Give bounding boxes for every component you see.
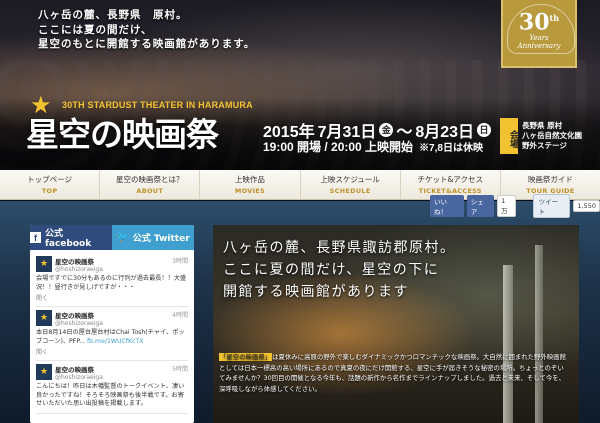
tab-facebook[interactable]: f 公式 facebook xyxy=(30,225,112,250)
tweet-open-link[interactable]: 開く xyxy=(36,347,188,356)
nav-item-schedule[interactable]: 上映スケジュール SCHEDULE xyxy=(301,170,401,199)
tweet-feed[interactable]: ★ 星空の映画祭 @hoshizoraeiga 3時間 会場ですでに30分もある… xyxy=(30,250,194,423)
social-tabs: f 公式 facebook 🐦 公式 Twitter xyxy=(30,225,194,250)
time-open: 19:00 開場 / 20:00 上映開始 xyxy=(263,140,414,154)
tagline-line: ここには夏の間だけ、 xyxy=(38,23,153,36)
nav-label-jp: チケット&アクセス xyxy=(417,175,484,184)
time-note: ※7,8日は休映 xyxy=(419,143,483,154)
venue-label: 会場 xyxy=(500,118,518,154)
avatar: ★ xyxy=(36,364,52,380)
feature-panel: 八ヶ岳の麓、長野県諏訪郡原村。 ここに夏の間だけ、星空の下に 開館する映画館があ… xyxy=(213,225,579,423)
feature-description: 「星空の映画祭」は夏休みに高原の野外で楽しむダイナミックかつロマンチックな映画祭… xyxy=(219,352,569,394)
tagline-line: 八ヶ岳の麓、長野県 原村。 xyxy=(38,9,188,21)
social-panel: f 公式 facebook 🐦 公式 Twitter ★ 星空の映画祭 @hos… xyxy=(30,225,194,423)
tab-twitter-label: 公式 Twitter xyxy=(132,234,190,244)
nav-label-en: SCHEDULE xyxy=(329,187,371,195)
venue-line: 八ヶ岳自然文化園 xyxy=(522,131,582,140)
tweet-time[interactable]: 4時間 xyxy=(172,310,188,319)
tweet-item[interactable]: ★ 星空の映画祭 @hoshizoraeiga 4時間 本日8月14日の屋台屋台… xyxy=(36,307,188,361)
anniversary-badge: 30th Years Anniversary xyxy=(501,0,577,68)
birch-tree xyxy=(503,265,513,423)
avatar: ★ xyxy=(36,256,52,272)
avatar: ★ xyxy=(36,310,52,326)
tweet-time[interactable]: 5時間 xyxy=(172,364,188,373)
feature-heading-line: 八ヶ岳の麓、長野県諏訪郡原村。 xyxy=(223,240,456,256)
feature-highlight: 「星空の映画祭」 xyxy=(219,353,273,361)
logo-title[interactable]: 星空の映画祭 xyxy=(26,108,219,156)
tweet-time[interactable]: 3時間 xyxy=(172,256,188,265)
tab-twitter[interactable]: 🐦 公式 Twitter xyxy=(112,225,194,250)
nav-label-en: TICKET&ACCESS xyxy=(418,187,482,195)
nav-label-jp: トップページ xyxy=(27,175,73,184)
feature-heading-line: 開館する映画館があります xyxy=(223,284,409,300)
feature-heading: 八ヶ岳の麓、長野県諏訪郡原村。 ここに夏の間だけ、星空の下に 開館する映画館があ… xyxy=(223,237,493,303)
date-start-dow: 金 xyxy=(379,123,394,137)
facebook-share-button[interactable]: シェア xyxy=(466,195,495,217)
nav-label-jp: 上映スケジュール xyxy=(320,175,380,184)
venue-line: 野外ステージ xyxy=(522,141,567,150)
tweet-count: 1,550 xyxy=(573,200,600,212)
tab-facebook-label: 公式 facebook xyxy=(44,229,92,249)
tweet-open-link[interactable]: 開く xyxy=(36,293,188,302)
nav-label-en: MOVIES xyxy=(234,187,266,195)
tweet-handle[interactable]: @hoshizoraeiga xyxy=(55,266,169,273)
nav-item-movies[interactable]: 上映作品 MOVIES xyxy=(200,170,301,199)
share-bar: いいね！ シェア 1万 ツイート 1,550 xyxy=(430,194,600,218)
tweet-handle[interactable]: @hoshizoraeiga xyxy=(55,374,169,381)
tweet-button[interactable]: ツイート xyxy=(532,194,571,218)
facebook-like-button[interactable]: いいね！ xyxy=(430,195,464,217)
nav-item-top[interactable]: トップページ TOP xyxy=(0,170,101,199)
tweet-handle[interactable]: @hoshizoraeiga xyxy=(55,320,169,327)
tweet-author[interactable]: 星空の映画祭 xyxy=(55,256,169,266)
facebook-count: 1万 xyxy=(497,195,516,217)
tweet-item[interactable]: ★ 星空の映画祭 @hoshizoraeiga 5時間 こんにちは！昨日は木幡監… xyxy=(36,361,188,414)
nav-label-en: ABOUT xyxy=(136,187,164,195)
festival-times: 19:00 開場 / 20:00 上映開始 ※7,8日は休映 xyxy=(263,138,483,155)
tweet-link[interactable]: fb.me/1WUCfKcTX xyxy=(87,338,144,345)
nav-label-jp: 映画祭ガイド xyxy=(527,175,573,184)
nav-item-about[interactable]: 星空の映画祭とは？ ABOUT xyxy=(100,170,201,199)
facebook-icon: f xyxy=(30,232,41,243)
date-end-dow: 日 xyxy=(477,123,492,137)
nav-label-jp: 上映作品 xyxy=(234,175,265,184)
venue-info: 会場 長野県 原村 八ヶ岳自然文化園 野外ステージ xyxy=(500,118,590,154)
feature-heading-line: ここに夏の間だけ、星空の下に xyxy=(223,262,440,278)
nav-label-en: TOP xyxy=(41,187,58,195)
tweet-item[interactable]: ★ 星空の映画祭 @hoshizoraeiga 3時間 会場ですでに30分もある… xyxy=(36,253,188,307)
hero-banner: 八ヶ岳の麓、長野県 原村。 ここには夏の間だけ、 星空のもとに開館する映画館があ… xyxy=(0,0,600,170)
tweet-author[interactable]: 星空の映画祭 xyxy=(55,310,169,320)
birch-tree xyxy=(535,245,543,423)
tweet-text: こんにちは！昨日は木幡監督のトークイベント、凄い良かったですね！そろそろ映画祭も… xyxy=(36,383,185,407)
tweet-text: 会場ですでに30分もあるのに行列が過去最長！！大盛況！！昼行きが見しげですが・・… xyxy=(36,275,187,291)
nav-label-jp: 星空の映画祭とは？ xyxy=(116,175,184,184)
feature-body-text: は夏休みに高原の野外で楽しむダイナミックかつロマンチックな映画祭。大自然に囲まれ… xyxy=(219,353,566,393)
twitter-bird-icon: 🐦 xyxy=(116,232,129,243)
tweet-author[interactable]: 星空の映画祭 xyxy=(55,364,169,374)
venue-line: 長野県 原村 xyxy=(522,121,563,130)
tagline-line: 星空のもとに開館する映画館があります。 xyxy=(38,38,256,50)
hero-tagline: 八ヶ岳の麓、長野県 原村。 ここには夏の間だけ、 星空のもとに開館する映画館があ… xyxy=(38,8,298,52)
